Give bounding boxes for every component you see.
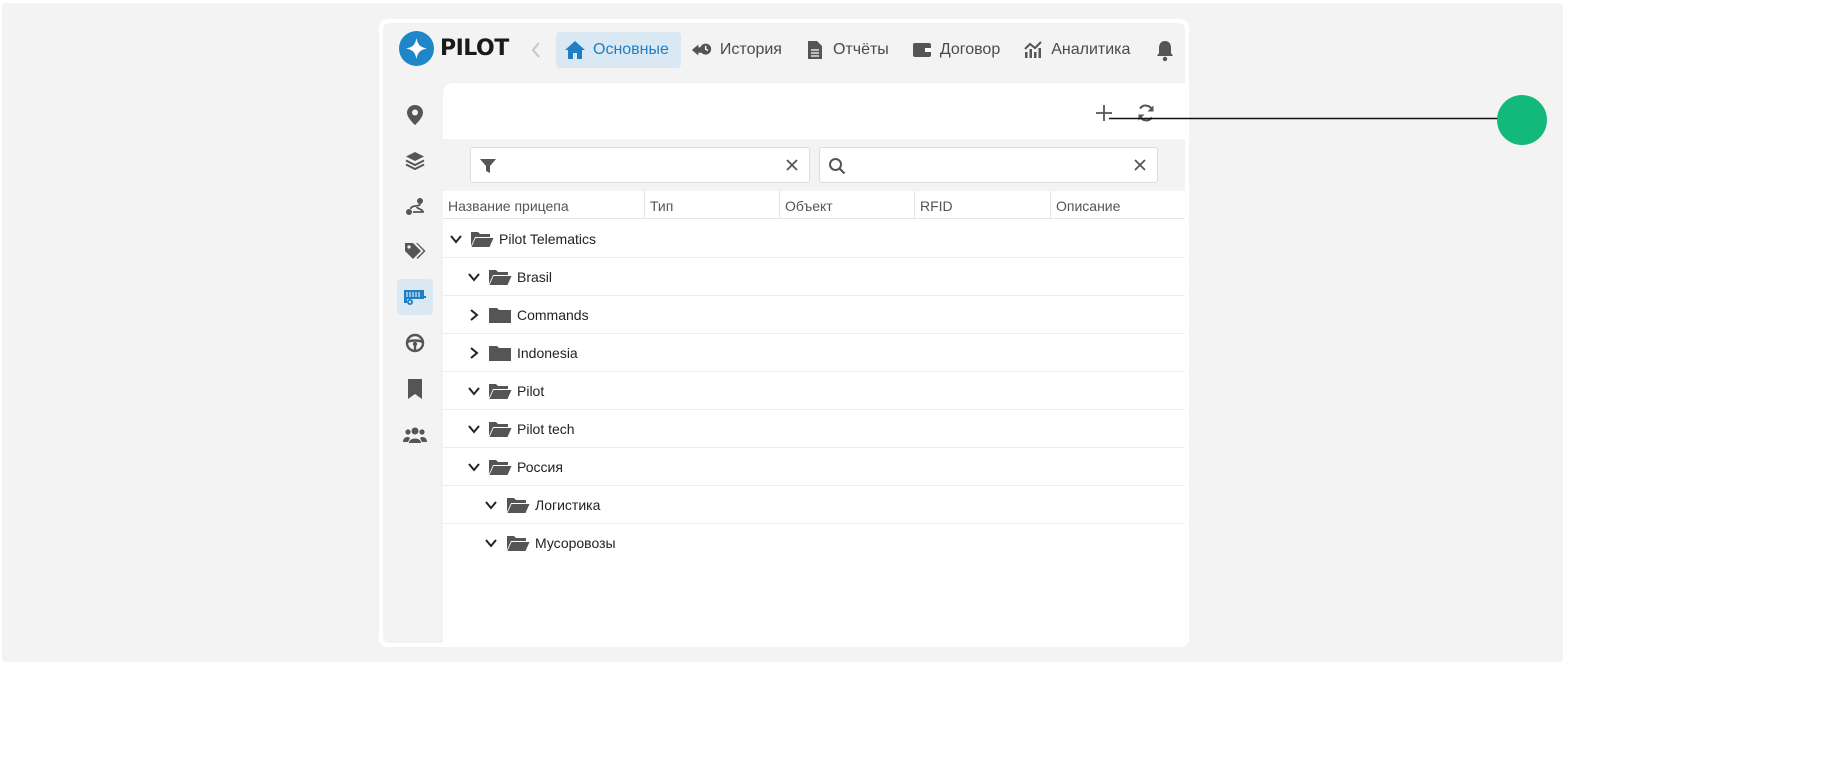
tab-istoriya[interactable]: История (683, 32, 794, 68)
filter-row (443, 139, 1185, 191)
folder-icon (489, 346, 511, 361)
sidebar-item-routes[interactable] (397, 189, 433, 225)
chevron-right-icon[interactable] (467, 346, 481, 360)
tree-label: Pilot Telematics (499, 231, 597, 247)
sidebar-item-map[interactable] (397, 97, 433, 133)
tab-analitika[interactable]: Аналитика (1014, 32, 1142, 68)
sidebar-item-trailers[interactable] (397, 279, 433, 315)
bookmark-icon (408, 379, 422, 399)
column-header-type[interactable]: Тип (645, 191, 780, 219)
filter-icon (480, 159, 496, 173)
tree-row[interactable]: Логистика (443, 486, 1185, 524)
tree-label: Россия (517, 459, 563, 475)
logo-mark-icon (399, 30, 434, 66)
folder-open-icon (507, 536, 530, 551)
tree-row[interactable]: Commands (443, 296, 1185, 334)
column-header-description[interactable]: Описание (1051, 191, 1185, 219)
annotation-dot (1497, 95, 1547, 145)
tree-label: Commands (517, 307, 589, 323)
filter-box (470, 147, 810, 183)
sidebar-item-tags[interactable] (397, 233, 433, 269)
tab-label: Договор (939, 41, 1001, 58)
folder-open-icon (507, 498, 530, 513)
tree-row[interactable]: Brasil (443, 258, 1185, 296)
tab-osnovnye[interactable]: Основные (556, 32, 681, 68)
analytics-icon (1022, 39, 1044, 61)
sidebar-item-layers[interactable] (397, 143, 433, 179)
trailer-icon (404, 290, 426, 305)
app-inner: PILOT Основные История Отчёты Договор Ан… (383, 23, 1185, 643)
tree-label: Pilot (517, 383, 545, 399)
tree-row[interactable]: Pilot (443, 372, 1185, 410)
clear-filter-icon[interactable] (785, 158, 799, 172)
tags-icon (405, 243, 426, 259)
column-header-object[interactable]: Объект (780, 191, 915, 219)
tree-row[interactable]: Indonesia (443, 334, 1185, 372)
folder-open-icon (489, 460, 512, 475)
header: PILOT Основные История Отчёты Договор Ан… (383, 23, 1185, 83)
tree-label: Pilot tech (517, 421, 575, 437)
tab-label: История (719, 41, 782, 58)
tree-label: Brasil (517, 269, 553, 285)
tree-label: Логистика (535, 497, 601, 513)
route-icon (406, 198, 424, 215)
add-icon[interactable] (1094, 103, 1114, 123)
logo-text: PILOT (440, 35, 509, 61)
chevron-down-icon[interactable] (449, 232, 463, 246)
back-chevron-icon[interactable] (529, 39, 543, 61)
column-header-name[interactable]: Название прицепа (443, 191, 645, 219)
report-icon (804, 39, 826, 61)
chevron-down-icon[interactable] (467, 270, 481, 284)
nav-tabs: Основные История Отчёты Договор Аналитик… (556, 32, 1144, 68)
chevron-down-icon[interactable] (484, 498, 498, 512)
chevron-down-icon[interactable] (484, 536, 498, 550)
tree-label: Indonesia (517, 345, 578, 361)
map-marker-icon (407, 105, 423, 125)
chevron-right-icon[interactable] (467, 308, 481, 322)
sidebar-item-bookmarks[interactable] (397, 371, 433, 407)
main-content: Название прицепа Тип Объект RFID Описани… (443, 83, 1185, 643)
tab-label: Основные (593, 41, 669, 58)
filter-input[interactable] (505, 148, 755, 182)
wallet-icon (911, 39, 933, 61)
home-icon (564, 39, 586, 61)
chevron-down-icon[interactable] (467, 384, 481, 398)
app-window: PILOT Основные История Отчёты Договор Ан… (379, 19, 1189, 647)
search-input[interactable] (854, 148, 1104, 182)
tree-label: Мусоровозы (535, 535, 616, 551)
refresh-icon[interactable] (1136, 103, 1156, 123)
users-icon (403, 427, 427, 443)
folder-open-icon (489, 422, 512, 437)
folder-open-icon (489, 270, 512, 285)
sidebar (383, 83, 443, 643)
folder-open-icon (489, 384, 512, 399)
logo[interactable]: PILOT (399, 30, 509, 66)
tab-label: Отчёты (832, 41, 889, 58)
folder-icon (489, 308, 511, 323)
toolbar (443, 83, 1185, 139)
annotation-line (1109, 117, 1500, 120)
table-header: Название прицепа Тип Объект RFID Описани… (443, 191, 1185, 219)
bell-icon[interactable] (1155, 40, 1175, 62)
history-icon (691, 39, 713, 61)
sidebar-item-drivers[interactable] (397, 325, 433, 361)
search-icon (829, 158, 846, 175)
tab-label: Аналитика (1051, 41, 1131, 58)
tree-row[interactable]: Pilot Telematics (443, 220, 1185, 258)
tab-otchety[interactable]: Отчёты (796, 32, 901, 68)
steering-wheel-icon (405, 333, 425, 353)
search-box (819, 147, 1158, 183)
tree-row[interactable]: Россия (443, 448, 1185, 486)
clear-search-icon[interactable] (1133, 158, 1147, 172)
chevron-down-icon[interactable] (467, 422, 481, 436)
tree-row[interactable]: Pilot tech (443, 410, 1185, 448)
tab-dogovor[interactable]: Договор (903, 32, 1012, 68)
layers-icon (405, 152, 425, 171)
folder-open-icon (471, 232, 494, 247)
tree-row[interactable]: Мусоровозы (443, 524, 1185, 562)
column-header-rfid[interactable]: RFID (915, 191, 1051, 219)
chevron-down-icon[interactable] (467, 460, 481, 474)
sidebar-item-users[interactable] (397, 417, 433, 453)
